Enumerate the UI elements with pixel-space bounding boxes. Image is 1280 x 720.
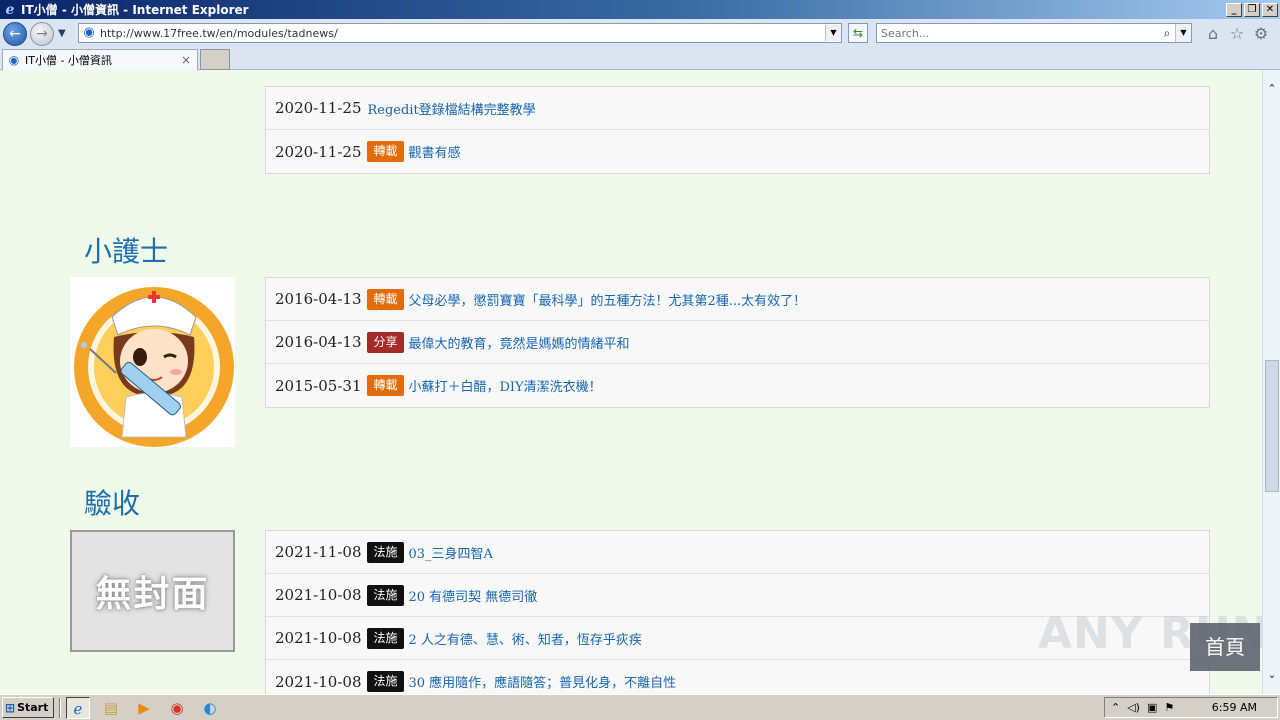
clock[interactable]: 6:59 AM xyxy=(1212,701,1257,714)
category-badge[interactable]: 法施 xyxy=(367,541,404,563)
tab-current[interactable]: ◉ IT小僧 - 小僧資訊 × xyxy=(2,49,198,70)
item-link[interactable]: 03_三身四智A xyxy=(409,543,493,562)
item-date: 2021-10-08 xyxy=(275,629,362,647)
site-favicon-icon: ◉ xyxy=(83,25,95,40)
item-date: 2016-04-13 xyxy=(275,333,362,351)
item-link[interactable]: 2 人之有德、慧、術、知者，恆存乎疢疾 xyxy=(409,629,642,648)
category-badge[interactable]: 分享 xyxy=(367,331,404,353)
list-item: 2020-11-25 轉載 觀書有感 xyxy=(266,130,1209,173)
page-viewport: 2020-11-25 Regedit登錄檔結構完整教學 2020-11-25 轉… xyxy=(0,70,1262,694)
taskbar: ⊞ Start ℯ ▤ ▶ ◉ ◐ ⌃ ◁) ▣ ⚑ 6:59 AM xyxy=(0,694,1280,720)
vertical-scrollbar[interactable]: ⌃ ⌄ xyxy=(1262,70,1280,694)
item-date: 2015-05-31 xyxy=(275,376,362,395)
category-badge[interactable]: 法施 xyxy=(367,627,404,649)
address-dropdown-button[interactable]: ▼ xyxy=(825,25,841,41)
tab-bar: ◉ IT小僧 - 小僧資訊 × xyxy=(0,48,1280,70)
window-title-bar: e IT小僧 - 小僧資訊 - Internet Explorer _ ❐ ✕ xyxy=(0,0,1280,19)
close-button[interactable]: ✕ xyxy=(1262,2,1278,17)
item-link[interactable]: 觀書有感 xyxy=(409,142,461,161)
no-cover-text: 無封面 xyxy=(95,574,210,615)
taskbar-ie-icon[interactable]: ℯ xyxy=(66,696,90,719)
minimize-button[interactable]: _ xyxy=(1226,2,1242,17)
search-icon[interactable]: ⌕ xyxy=(1159,26,1175,41)
forward-button[interactable]: → xyxy=(30,21,54,46)
address-url[interactable]: http://www.17free.tw/en/modules/tadnews/ xyxy=(100,27,825,40)
tray-expand-icon[interactable]: ⌃ xyxy=(1111,701,1120,714)
item-date: 2021-10-08 xyxy=(275,672,362,691)
taskbar-explorer-icon[interactable]: ▤ xyxy=(99,697,123,719)
home-icon[interactable]: ⌂ xyxy=(1204,25,1222,43)
item-link[interactable]: Regedit登錄檔結構完整教學 xyxy=(367,99,535,118)
category-badge[interactable]: 法施 xyxy=(367,584,404,606)
list-item: 2021-10-08 法施 30 應用隨作，應語隨答；普見化身，不離自性 xyxy=(266,660,1209,694)
tab-label: IT小僧 - 小僧資訊 xyxy=(25,54,112,67)
taskbar-separator xyxy=(59,697,61,718)
scroll-up-icon[interactable]: ⌃ xyxy=(1263,80,1280,98)
ie-logo-icon: e xyxy=(5,1,15,18)
no-cover-image[interactable]: 無封面 xyxy=(70,530,235,652)
category-badge[interactable]: 法施 xyxy=(367,671,404,692)
item-date: 2020-11-25 xyxy=(275,142,362,161)
list-item: 2016-04-13 轉載 父母必學，懲罰寶寶「最科學」的五種方法！尤其第2種.… xyxy=(266,278,1209,321)
list-item: 2020-11-25 Regedit登錄檔結構完整教學 xyxy=(266,87,1209,130)
favorites-star-icon[interactable]: ☆ xyxy=(1228,25,1246,43)
refresh-icon: ⇆ xyxy=(852,26,864,40)
search-input[interactable] xyxy=(877,26,1159,40)
list-item: 2015-05-31 轉載 小蘇打＋白醋，DIY清潔洗衣機！ xyxy=(266,364,1209,407)
address-bar[interactable]: ◉ http://www.17free.tw/en/modules/tadnew… xyxy=(78,23,842,43)
section-title[interactable]: 小護士 xyxy=(84,230,168,270)
back-arrow-icon: ← xyxy=(9,25,21,42)
category-badge[interactable]: 轉載 xyxy=(367,288,404,310)
system-tray: ⌃ ◁) ▣ ⚑ 6:59 AM xyxy=(1104,697,1278,718)
item-date: 2016-04-13 xyxy=(275,290,362,308)
scroll-thumb[interactable] xyxy=(1265,360,1279,492)
history-dropdown[interactable]: ▼ xyxy=(58,28,66,39)
taskbar-chrome-icon[interactable]: ◉ xyxy=(165,697,189,719)
tab-close-icon[interactable]: × xyxy=(179,53,193,67)
item-link[interactable]: 小蘇打＋白醋，DIY清潔洗衣機！ xyxy=(409,376,602,395)
forward-arrow-icon: → xyxy=(36,25,48,42)
item-link[interactable]: 30 應用隨作，應語隨答；普見化身，不離自性 xyxy=(409,672,677,691)
item-date: 2021-11-08 xyxy=(275,543,362,561)
start-label: Start xyxy=(17,701,49,714)
home-button[interactable]: 首頁 xyxy=(1190,623,1260,671)
section-title[interactable]: 驗收 xyxy=(84,482,140,522)
item-link[interactable]: 最偉大的教育，竟然是媽媽的情緒平和 xyxy=(409,333,630,352)
item-date: 2021-10-08 xyxy=(275,586,362,604)
new-tab-button[interactable] xyxy=(200,49,230,70)
item-date: 2020-11-25 xyxy=(275,99,362,117)
volume-icon[interactable]: ◁) xyxy=(1127,701,1140,714)
category-badge[interactable]: 轉載 xyxy=(367,375,404,396)
news-list-section-1: 2016-04-13 轉載 父母必學，懲罰寶寶「最科學」的五種方法！尤其第2種.… xyxy=(265,277,1210,408)
news-list-top: 2020-11-25 Regedit登錄檔結構完整教學 2020-11-25 轉… xyxy=(265,86,1210,174)
restore-button[interactable]: ❐ xyxy=(1244,2,1260,17)
start-button[interactable]: ⊞ Start xyxy=(2,697,54,718)
action-center-flag-icon[interactable]: ⚑ xyxy=(1164,701,1174,714)
window-title: IT小僧 - 小僧資訊 - Internet Explorer xyxy=(21,3,249,17)
item-link[interactable]: 20 有德司契 無德司徹 xyxy=(409,586,538,605)
taskbar-edge-icon[interactable]: ◐ xyxy=(198,697,222,719)
list-item: 2021-11-08 法施 03_三身四智A xyxy=(266,531,1209,574)
taskbar-media-player-icon[interactable]: ▶ xyxy=(132,697,156,719)
windows-flag-icon: ⊞ xyxy=(5,700,16,715)
network-icon[interactable]: ▣ xyxy=(1147,701,1157,714)
category-badge[interactable]: 轉載 xyxy=(367,141,404,162)
list-item: 2016-04-13 分享 最偉大的教育，竟然是媽媽的情緒平和 xyxy=(266,321,1209,364)
settings-gear-icon[interactable]: ⚙ xyxy=(1252,25,1270,43)
back-button[interactable]: ← xyxy=(3,21,27,46)
scroll-down-icon[interactable]: ⌄ xyxy=(1263,666,1280,684)
search-dropdown-button[interactable]: ▼ xyxy=(1175,24,1191,42)
search-box[interactable]: ⌕ ▼ xyxy=(876,23,1192,43)
tab-favicon-icon: ◉ xyxy=(8,53,20,67)
navigation-bar: ← → ▼ ◉ http://www.17free.tw/en/modules/… xyxy=(0,19,1280,48)
refresh-button[interactable]: ⇆ xyxy=(848,23,868,43)
item-link[interactable]: 父母必學，懲罰寶寶「最科學」的五種方法！尤其第2種...太有效了！ xyxy=(409,290,807,309)
nurse-cover-image[interactable] xyxy=(70,277,235,447)
